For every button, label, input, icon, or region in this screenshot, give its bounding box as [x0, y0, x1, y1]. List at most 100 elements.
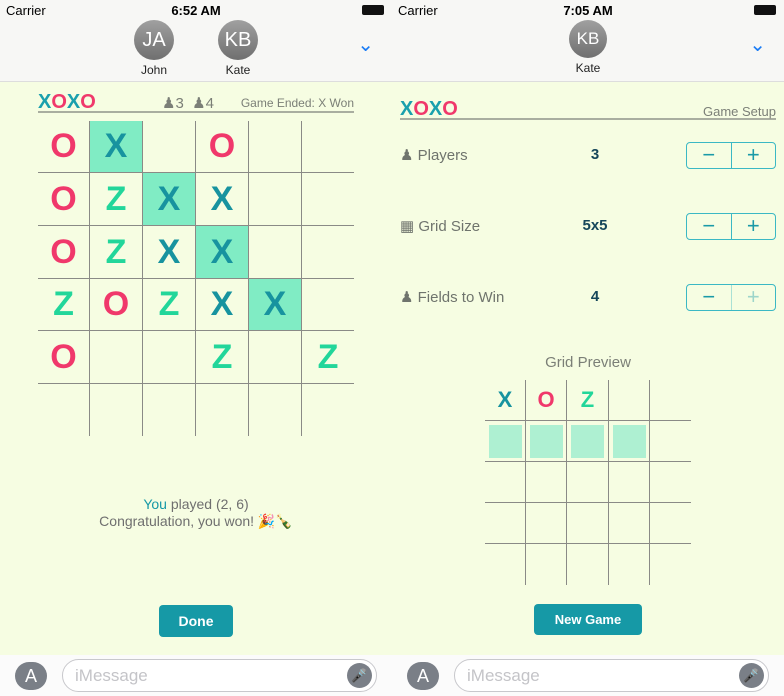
contact-kate[interactable]: KB Kate [558, 20, 618, 75]
conversation-header: KB Kate ⌄ [392, 20, 784, 82]
board-cell[interactable]: O [196, 121, 249, 173]
preview-cell [526, 544, 567, 585]
status-bar: Carrier 6:52 AM [0, 0, 392, 20]
preview-cell [650, 503, 691, 544]
board-cell[interactable]: Z [90, 173, 143, 226]
game-topbar: XOXO ♟3 ♟4 Game Ended: X Won [38, 91, 354, 113]
board-cell[interactable]: X [196, 226, 249, 279]
preview-cell [650, 421, 691, 462]
minus-button[interactable]: − [687, 285, 731, 310]
chevron-down-icon[interactable]: ⌄ [357, 32, 374, 57]
contact-name: Kate [225, 63, 251, 77]
board-cell[interactable] [143, 121, 196, 173]
app-store-icon[interactable]: A [407, 662, 439, 690]
board-cell[interactable] [90, 384, 143, 436]
win-field-marker [488, 424, 522, 458]
preview-title: Grid Preview [545, 354, 631, 371]
board-cell[interactable] [38, 384, 90, 436]
board-cell[interactable] [302, 121, 354, 173]
pawn-icon: ♟ [192, 95, 206, 112]
board-cell[interactable]: Z [302, 331, 354, 384]
board-cell[interactable]: O [38, 226, 90, 279]
board-cell[interactable] [302, 279, 354, 331]
person-add-icon: ♟ [400, 147, 414, 164]
grid-icon: ▦ [400, 218, 415, 235]
chevron-down-icon[interactable]: ⌄ [749, 32, 766, 57]
fields-to-win-stepper[interactable]: − + [686, 284, 776, 311]
pawn-icon: ♟ [400, 289, 414, 306]
preview-cell [609, 421, 650, 462]
contact-name: Kate [575, 61, 601, 75]
board-cell[interactable] [302, 173, 354, 226]
minus-button[interactable]: − [687, 143, 731, 168]
board-cell[interactable] [143, 384, 196, 436]
avatar: KB [218, 20, 258, 60]
board-cell[interactable]: Z [143, 279, 196, 331]
board-cell[interactable] [249, 226, 302, 279]
preview-cell: X [485, 380, 526, 421]
message-bar: A iMessage 🎤 [0, 655, 392, 696]
counts: ♟3 ♟4 [162, 94, 214, 112]
board-cell[interactable]: O [90, 279, 143, 331]
board-cell[interactable] [302, 384, 354, 436]
setting-fields-to-win: ♟ Fields to Win 4 − + [400, 282, 776, 312]
result-message: You played (2, 6) Congratulation, you wo… [99, 496, 293, 529]
minus-button[interactable]: − [687, 214, 731, 239]
contact-john[interactable]: JA John [124, 20, 184, 77]
preview-cell [567, 503, 609, 544]
imessage-input[interactable]: iMessage 🎤 [454, 659, 769, 692]
board-cell[interactable]: O [38, 331, 90, 384]
grid-size-stepper[interactable]: − + [686, 213, 776, 240]
microphone-icon[interactable]: 🎤 [347, 663, 372, 688]
board-cell[interactable] [249, 121, 302, 173]
contact-kate[interactable]: KB Kate [208, 20, 268, 77]
board-cell[interactable] [249, 173, 302, 226]
done-button[interactable]: Done [159, 605, 233, 637]
preview-cell [526, 503, 567, 544]
players-value: 3 [590, 146, 600, 163]
board-cell[interactable] [90, 331, 143, 384]
person-icon: ♟ [162, 95, 176, 112]
preview-cell [609, 503, 650, 544]
section-title: Game Setup [703, 104, 776, 119]
board-cell[interactable]: Z [38, 279, 90, 331]
board-cell[interactable]: X [143, 173, 196, 226]
board-cell[interactable]: Z [196, 331, 249, 384]
board-cell[interactable]: X [143, 226, 196, 279]
preview-cell [650, 544, 691, 585]
setting-grid-size: ▦ Grid Size 5x5 − + [400, 211, 776, 241]
board-cell[interactable] [143, 331, 196, 384]
preview-cell [526, 462, 567, 503]
plus-button[interactable]: + [730, 285, 776, 310]
board-cell[interactable] [249, 384, 302, 436]
players-stepper[interactable]: − + [686, 142, 776, 169]
game-ended-screen: Carrier 6:52 AM JA John KB Kate ⌄ XOXO ♟… [0, 0, 392, 696]
board-cell[interactable]: X [249, 279, 302, 331]
board-cell[interactable]: Z [90, 226, 143, 279]
board-cell[interactable]: X [90, 121, 143, 173]
board-cell[interactable]: O [38, 173, 90, 226]
imessage-input[interactable]: iMessage 🎤 [62, 659, 377, 692]
board-cell[interactable] [249, 331, 302, 384]
board-cell[interactable]: O [38, 121, 90, 173]
game-board[interactable]: OXOOZXXOZXXZOZXXOZZ [38, 121, 354, 436]
board-cell[interactable] [302, 226, 354, 279]
board-cell[interactable]: X [196, 173, 249, 226]
plus-button[interactable]: + [730, 143, 776, 168]
plus-button[interactable]: + [730, 214, 776, 239]
board-cell[interactable]: X [196, 279, 249, 331]
preview-cell [526, 421, 567, 462]
game-content: XOXO ♟3 ♟4 Game Ended: X Won OXOOZXXOZXX… [0, 82, 392, 655]
win-field-marker [529, 424, 563, 458]
app-store-icon[interactable]: A [15, 662, 47, 690]
setting-players: ♟ Players 3 − + [400, 140, 776, 170]
microphone-icon[interactable]: 🎤 [739, 663, 764, 688]
conversation-header: JA John KB Kate ⌄ [0, 20, 392, 82]
avatar: KB [569, 20, 607, 58]
board-cell[interactable] [196, 384, 249, 436]
preview-cell [485, 421, 526, 462]
contact-name: John [140, 63, 168, 77]
battery-icon [754, 5, 776, 15]
new-game-button[interactable]: New Game [534, 604, 642, 635]
time: 7:05 AM [563, 3, 613, 18]
